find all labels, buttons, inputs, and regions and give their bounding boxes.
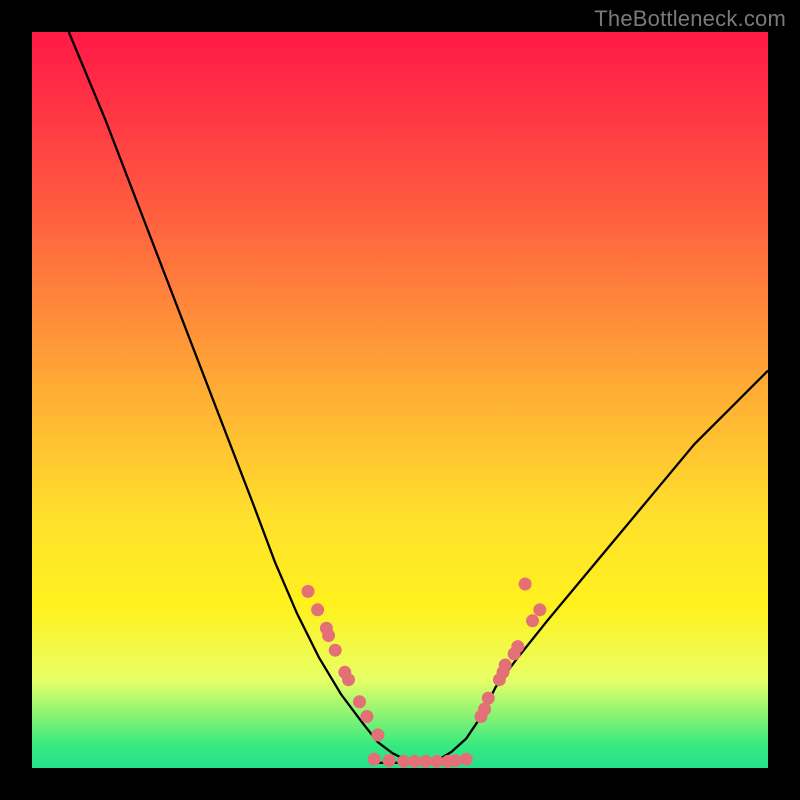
- data-point: [499, 659, 512, 672]
- data-point: [342, 673, 355, 686]
- bottleneck-curve: [69, 32, 768, 763]
- chart-frame: TheBottleneck.com: [0, 0, 800, 800]
- chart-svg: [32, 32, 768, 768]
- data-point: [368, 753, 381, 766]
- data-point: [311, 603, 324, 616]
- data-point: [302, 585, 315, 598]
- data-point: [449, 754, 462, 767]
- data-point: [322, 629, 335, 642]
- data-point: [353, 695, 366, 708]
- data-point: [371, 728, 384, 741]
- data-point: [329, 644, 342, 657]
- plot-area: [32, 32, 768, 768]
- data-point: [511, 640, 524, 653]
- curve-group: [69, 32, 768, 763]
- data-point: [482, 692, 495, 705]
- scatter-group: [302, 578, 547, 768]
- data-point: [408, 755, 421, 768]
- brand-watermark: TheBottleneck.com: [594, 6, 786, 32]
- data-point: [526, 614, 539, 627]
- data-point: [360, 710, 373, 723]
- data-point: [533, 603, 546, 616]
- data-point: [460, 753, 473, 766]
- data-point: [383, 754, 396, 767]
- data-point: [478, 703, 491, 716]
- data-point: [519, 578, 532, 591]
